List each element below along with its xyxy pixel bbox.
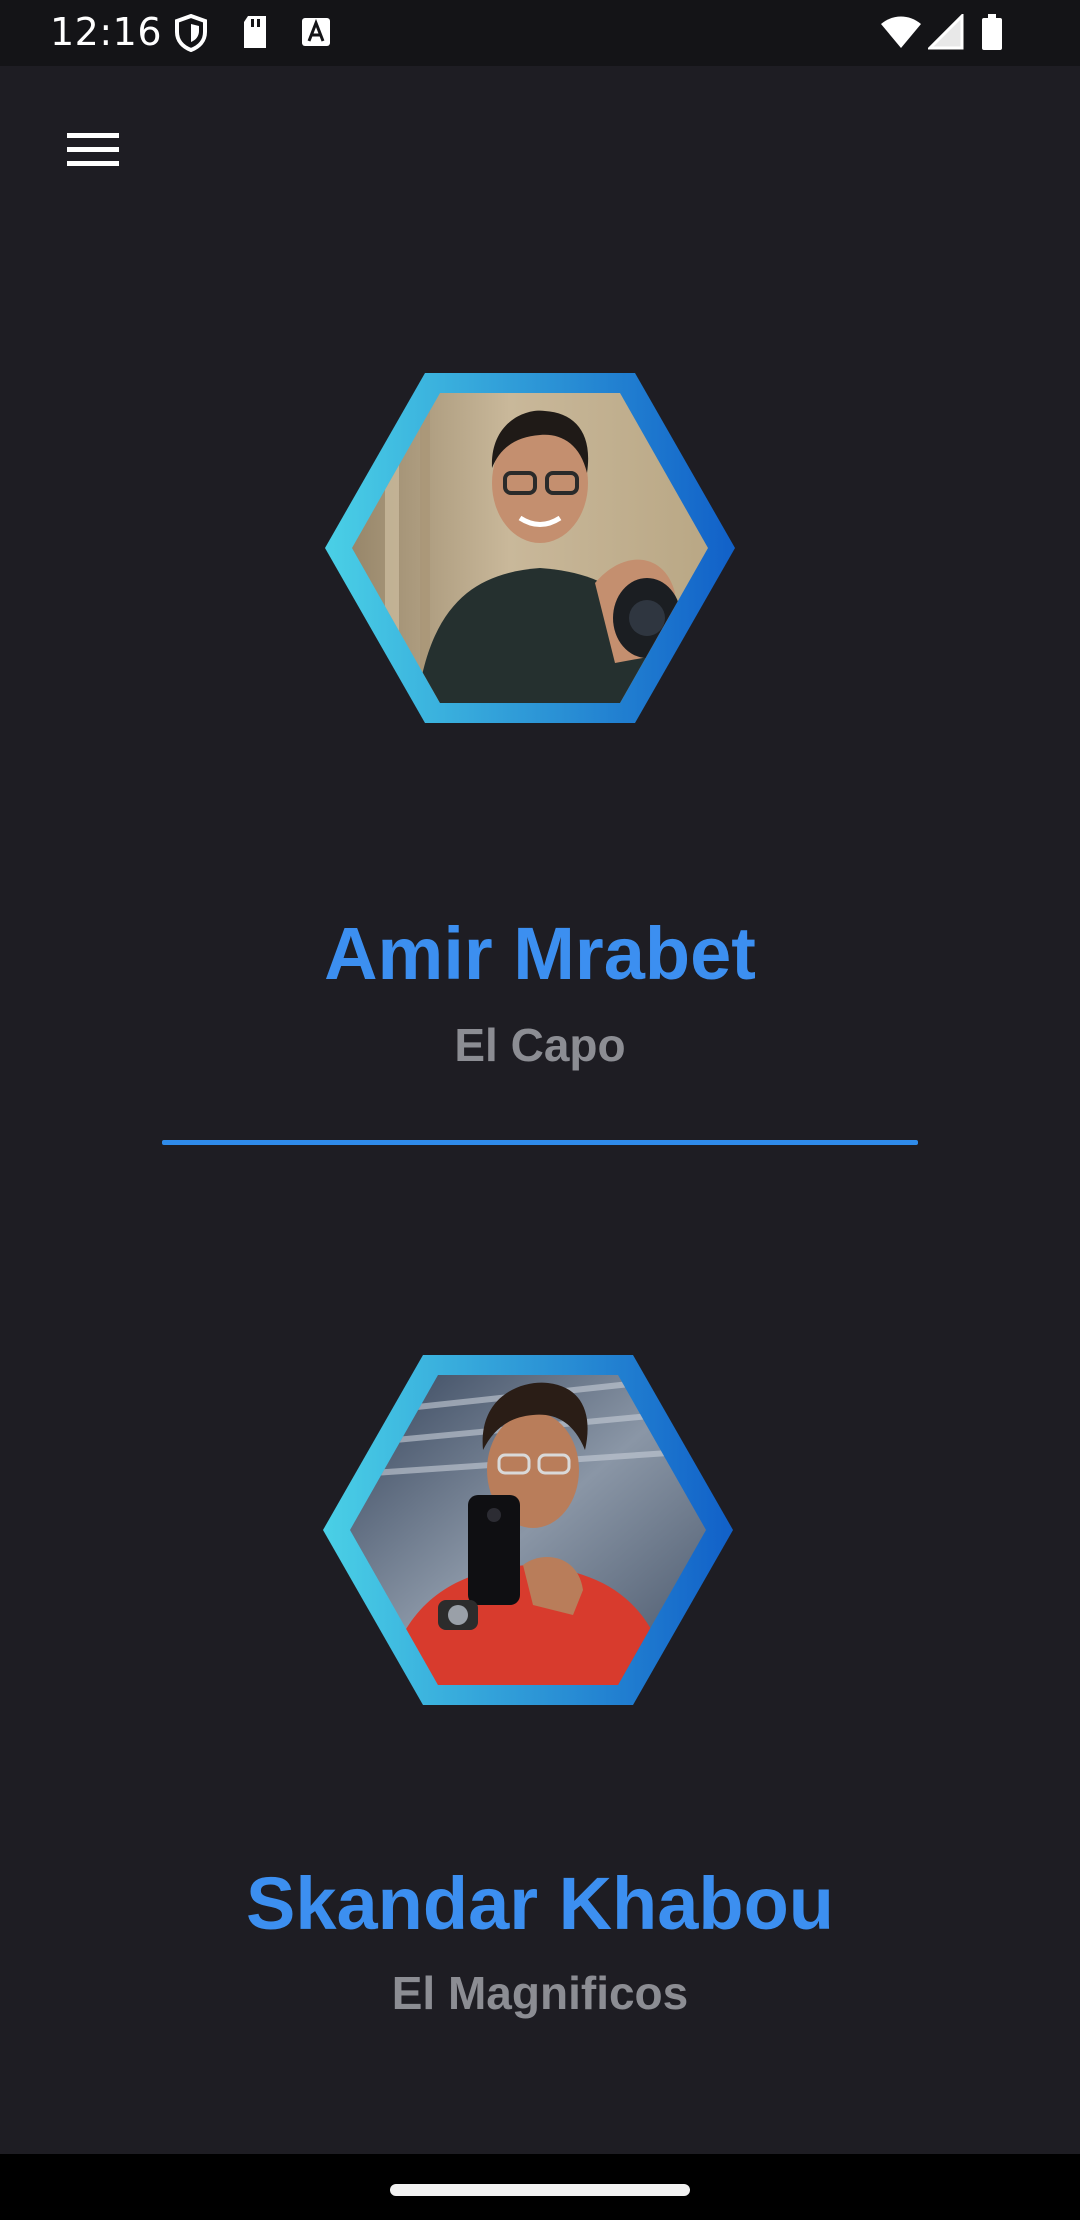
hexagon-avatar (325, 373, 735, 723)
profile-name: Skandar Khabou (246, 1862, 834, 1945)
navigation-bar (0, 2154, 1080, 2220)
avatar-photo (350, 1375, 706, 1685)
sd-card-icon (240, 14, 270, 54)
profile-title: El Capo (454, 1019, 626, 1071)
profiles-list: Amir Mrabet El Capo Skandar Khabou El Ma… (0, 236, 1080, 2154)
status-time: 12:16 (50, 10, 163, 54)
battery-icon (980, 14, 1004, 56)
wifi-icon (880, 14, 922, 54)
status-bar: 12:16 (0, 0, 1080, 66)
app-header (0, 66, 1080, 236)
divider (162, 1140, 918, 1145)
hexagon-avatar (323, 1355, 733, 1705)
profile-card[interactable]: Skandar Khabou El Magnificos (0, 1196, 1080, 2154)
avatar-photo (352, 393, 708, 703)
signal-icon (926, 12, 964, 54)
home-indicator[interactable] (390, 2184, 690, 2196)
hamburger-menu-icon (67, 133, 119, 166)
hamburger-menu-button[interactable] (52, 120, 134, 180)
shield-icon (174, 13, 208, 56)
profile-card[interactable]: Amir Mrabet El Capo (0, 236, 1080, 1146)
profile-name: Amir Mrabet (324, 912, 756, 995)
font-a-icon (300, 14, 332, 54)
profile-title: El Magnificos (391, 1967, 689, 2019)
